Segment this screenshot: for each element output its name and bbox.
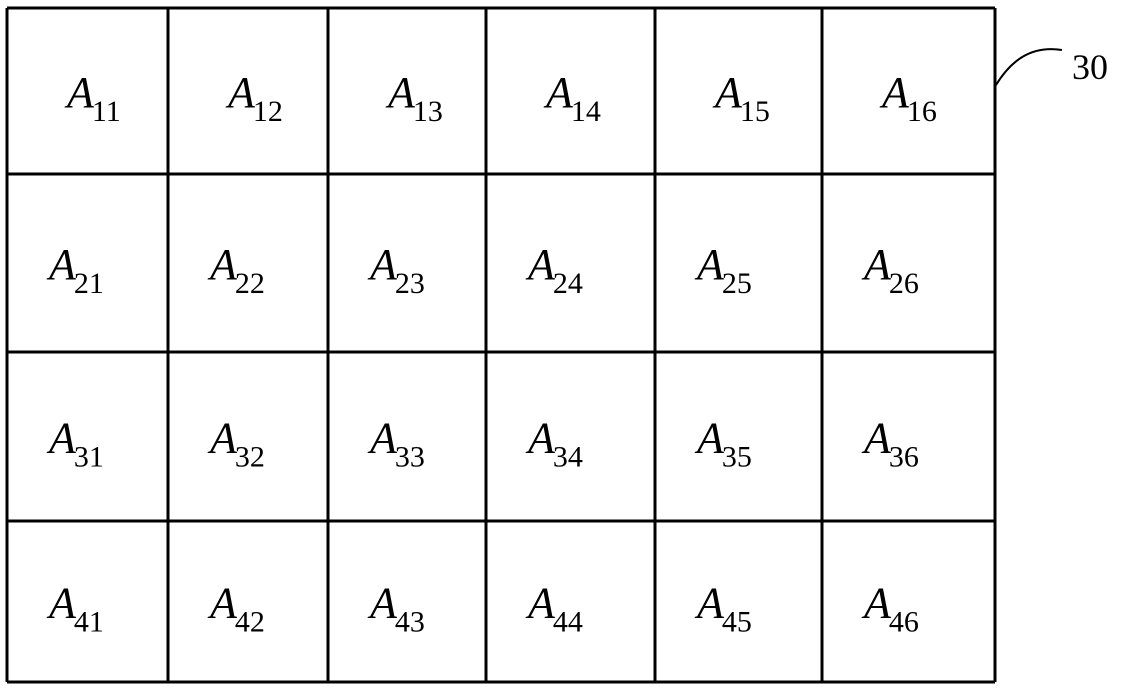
cell-symbol: A (46, 414, 77, 463)
cell-label-A15: A15 (712, 68, 770, 128)
cell-label-A31: A31 (46, 414, 104, 474)
cell-subscript: 26 (889, 267, 919, 300)
cell-label-A14: A14 (543, 68, 601, 128)
cell-symbol: A (525, 579, 556, 628)
cell-symbol: A (385, 68, 416, 117)
cell-label-A45: A45 (694, 579, 752, 639)
cell-subscript: 45 (722, 606, 752, 639)
cell-subscript: 46 (889, 606, 919, 639)
cell-subscript: 11 (92, 95, 121, 128)
cell-symbol: A (694, 414, 725, 463)
cell-symbol: A (207, 240, 238, 289)
cell-subscript: 32 (235, 441, 265, 474)
cell-subscript: 21 (74, 267, 104, 300)
cell-symbol: A (861, 579, 892, 628)
cell-subscript: 16 (907, 95, 937, 128)
cell-subscript: 31 (74, 441, 104, 474)
cell-label-A21: A21 (46, 240, 104, 300)
cell-symbol: A (207, 414, 238, 463)
cell-subscript: 43 (395, 606, 425, 639)
cell-subscript: 15 (740, 95, 770, 128)
cell-symbol: A (879, 68, 910, 117)
cell-symbol: A (225, 68, 256, 117)
grid-lines (5, 6, 997, 684)
cell-subscript: 14 (571, 95, 601, 128)
cell-subscript: 22 (235, 267, 265, 300)
cell-label-A22: A22 (207, 240, 265, 300)
cell-subscript: 34 (553, 441, 583, 474)
cell-symbol: A (694, 240, 725, 289)
cell-label-A46: A46 (861, 579, 919, 639)
grid-diagram: A11 A12 A13 A14 A15 A16A21 A22 A23 A24 A25 A26A31 A… (5, 6, 1108, 684)
cell-subscript: 36 (889, 441, 919, 474)
cell-label-A44: A44 (525, 579, 583, 639)
cell-label-A32: A32 (207, 414, 265, 474)
cell-subscript: 44 (553, 606, 583, 639)
cell-symbol: A (861, 240, 892, 289)
cell-symbol: A (861, 414, 892, 463)
cell-label-A33: A33 (367, 414, 425, 474)
cell-subscript: 41 (74, 606, 104, 639)
cell-symbol: A (46, 240, 77, 289)
reference-numeral-label: 30 (1072, 47, 1108, 87)
cell-label-A34: A34 (525, 414, 583, 474)
cell-symbol: A (367, 414, 398, 463)
cell-label-A23: A23 (367, 240, 425, 300)
cell-label-A25: A25 (694, 240, 752, 300)
cell-label-A41: A41 (46, 579, 104, 639)
cell-symbol: A (367, 579, 398, 628)
cell-symbol: A (694, 579, 725, 628)
cell-subscript: 25 (722, 267, 752, 300)
cell-symbol: A (64, 68, 95, 117)
cell-label-A12: A12 (225, 68, 283, 128)
cell-symbol: A (367, 240, 398, 289)
cell-symbol: A (543, 68, 574, 117)
cell-label-A35: A35 (694, 414, 752, 474)
cell-subscript: 12 (253, 95, 283, 128)
cell-label-A11: A11 (64, 68, 121, 128)
cell-subscript: 24 (553, 267, 583, 300)
cell-label-A16: A16 (879, 68, 937, 128)
cell-label-A36: A36 (861, 414, 919, 474)
cell-subscript: 23 (395, 267, 425, 300)
cell-symbol: A (207, 579, 238, 628)
cell-subscript: 35 (722, 441, 752, 474)
cell-label-A42: A42 (207, 579, 265, 639)
cell-label-A24: A24 (525, 240, 583, 300)
cell-subscript: 33 (395, 441, 425, 474)
cell-symbol: A (712, 68, 743, 117)
cell-symbol: A (46, 579, 77, 628)
callout-leader-line (995, 48, 1063, 86)
cell-subscript: 13 (413, 95, 443, 128)
cell-label-A13: A13 (385, 68, 443, 128)
cell-symbol: A (525, 240, 556, 289)
cell-subscript: 42 (235, 606, 265, 639)
cell-label-A43: A43 (367, 579, 425, 639)
cell-symbol: A (525, 414, 556, 463)
cell-label-A26: A26 (861, 240, 919, 300)
